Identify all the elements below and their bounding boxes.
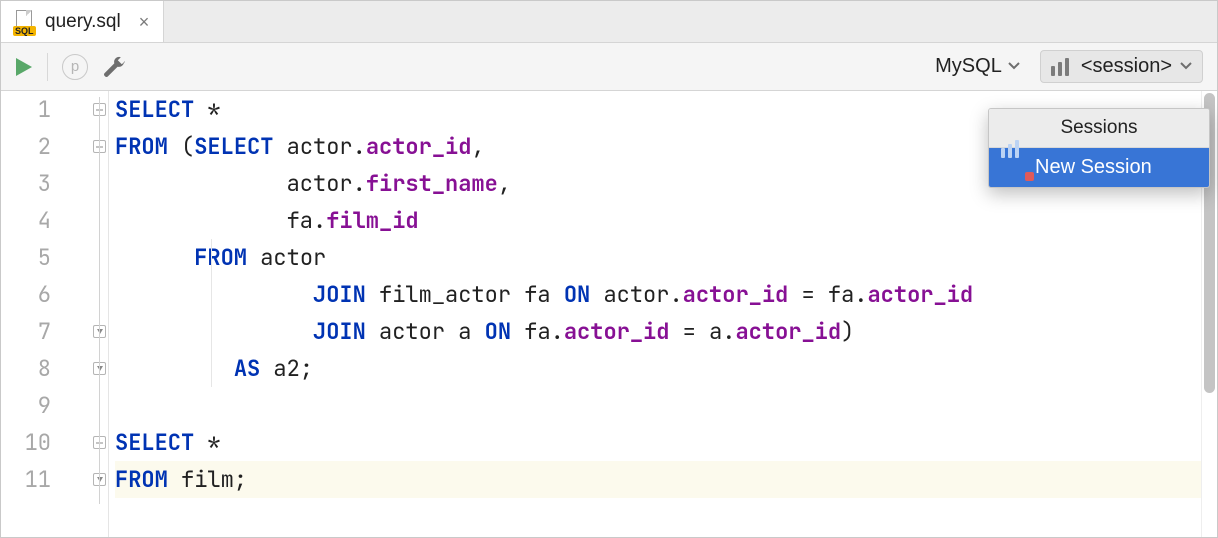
- line-number: 2: [1, 128, 51, 165]
- code-line[interactable]: FROM actor: [115, 239, 1201, 276]
- code-line[interactable]: AS a2;: [115, 350, 1201, 387]
- new-session-item[interactable]: New Session: [989, 148, 1209, 187]
- line-number: 1: [1, 91, 51, 128]
- line-number: 11: [1, 461, 51, 498]
- code-line[interactable]: JOIN actor a ON fa.actor_id = a.actor_id…: [115, 313, 1201, 350]
- tab-filename: query.sql: [45, 11, 121, 33]
- sessions-popup: Sessions New Session: [988, 108, 1210, 188]
- run-button[interactable]: [15, 57, 33, 77]
- settings-button[interactable]: [102, 55, 126, 79]
- editor-toolbar: p MySQL <session>: [1, 43, 1217, 91]
- database-selector[interactable]: MySQL: [929, 51, 1026, 82]
- code-line[interactable]: fa.film_id: [115, 202, 1201, 239]
- line-number: 6: [1, 276, 51, 313]
- toolbar-separator: [47, 53, 48, 81]
- line-number: 10: [1, 424, 51, 461]
- session-selector[interactable]: <session>: [1040, 50, 1203, 83]
- line-number: 7: [1, 313, 51, 350]
- p-button[interactable]: p: [62, 54, 88, 80]
- line-number: 4: [1, 202, 51, 239]
- code-line[interactable]: FROM film;: [115, 461, 1201, 498]
- line-number: 5: [1, 239, 51, 276]
- line-number-gutter: 1234567891011: [1, 91, 61, 537]
- close-tab-icon[interactable]: ×: [139, 13, 150, 31]
- code-line[interactable]: JOIN film_actor fa ON actor.actor_id = f…: [115, 276, 1201, 313]
- session-label: <session>: [1081, 55, 1172, 78]
- code-line[interactable]: [115, 387, 1201, 424]
- session-icon: [1051, 58, 1073, 76]
- file-tab[interactable]: SQL query.sql ×: [1, 1, 164, 42]
- database-label: MySQL: [935, 55, 1002, 78]
- new-session-label: New Session: [1035, 156, 1152, 179]
- chevron-down-icon: [1008, 55, 1020, 78]
- fold-gutter[interactable]: [61, 91, 109, 537]
- line-number: 9: [1, 387, 51, 424]
- sessions-popup-header: Sessions: [989, 109, 1209, 148]
- sql-file-icon: SQL: [13, 10, 37, 34]
- code-line[interactable]: SELECT *: [115, 424, 1201, 461]
- tab-bar: SQL query.sql ×: [1, 1, 1217, 43]
- line-number: 8: [1, 350, 51, 387]
- chevron-down-icon: [1180, 55, 1192, 78]
- plus-badge-icon: [1025, 172, 1034, 181]
- line-number: 3: [1, 165, 51, 202]
